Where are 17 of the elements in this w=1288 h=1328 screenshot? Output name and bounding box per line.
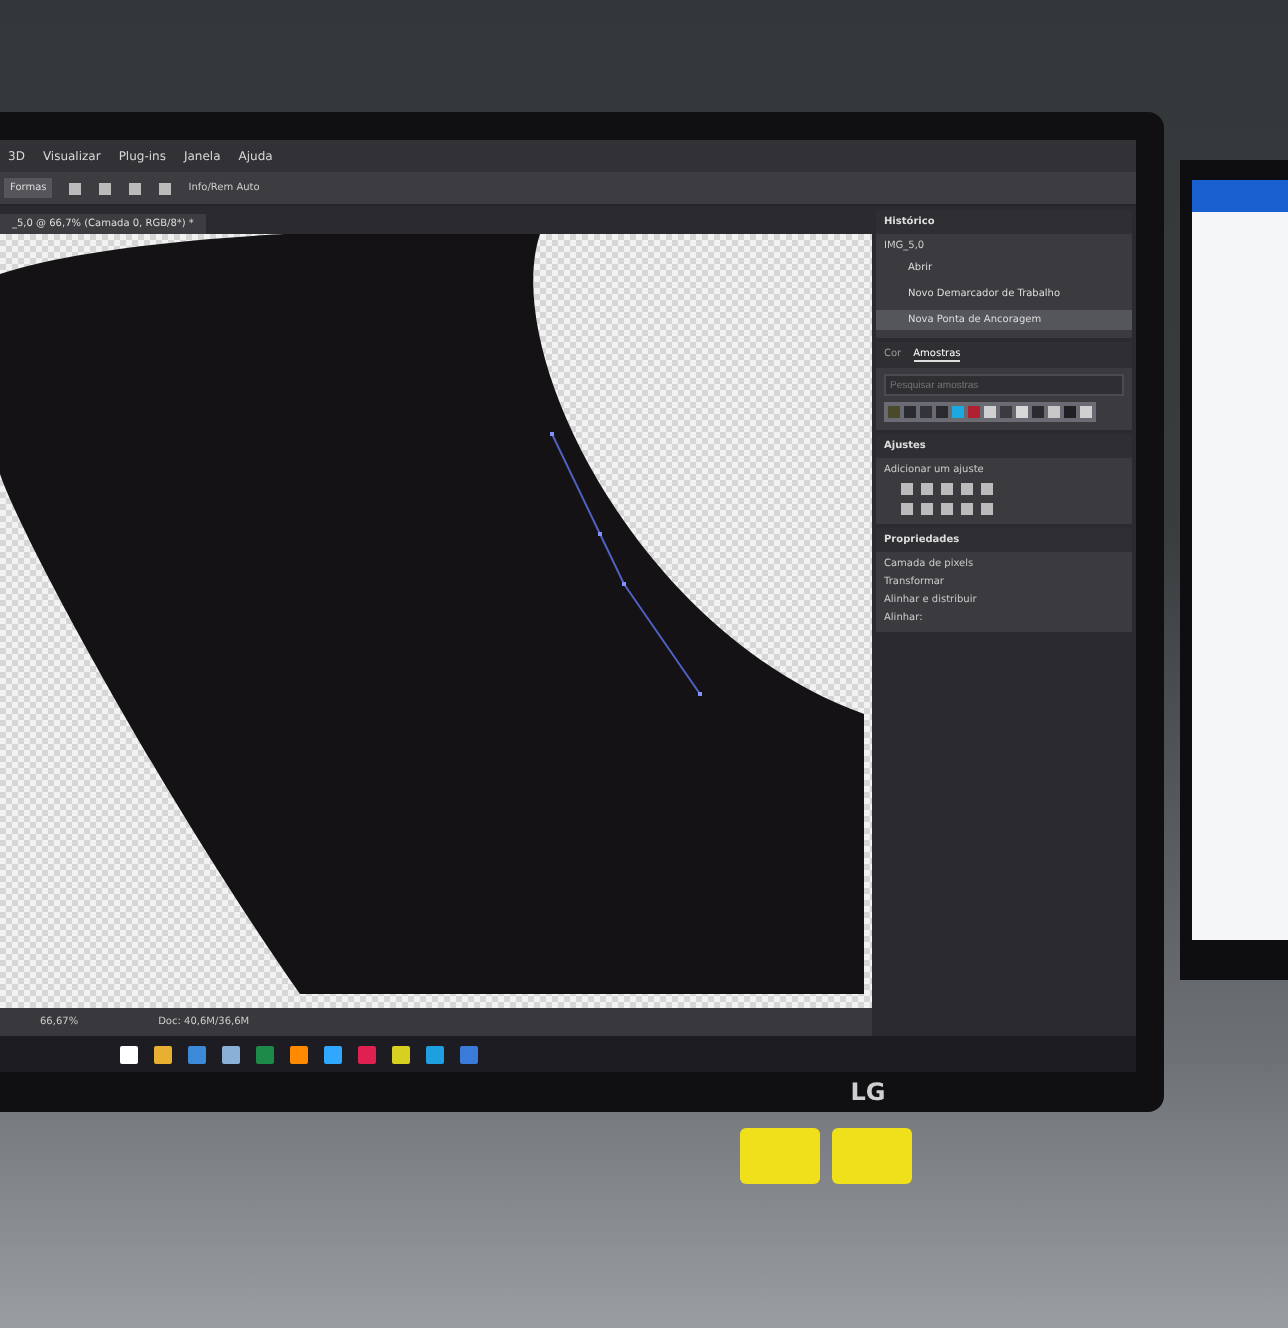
- color-swatch[interactable]: [1080, 406, 1092, 418]
- window-header: [1192, 180, 1288, 212]
- color-swatch[interactable]: [1000, 406, 1012, 418]
- color-swatch[interactable]: [1032, 406, 1044, 418]
- color-swatch[interactable]: [888, 406, 900, 418]
- brand-logo: LG: [850, 1078, 886, 1106]
- color-swatch[interactable]: [968, 406, 980, 418]
- sticky-note: [740, 1128, 820, 1184]
- color-swatch[interactable]: [952, 406, 964, 418]
- sticky-note: [832, 1128, 912, 1184]
- color-swatch[interactable]: [1048, 406, 1060, 418]
- color-swatch[interactable]: [920, 406, 932, 418]
- color-swatch[interactable]: [1064, 406, 1076, 418]
- color-swatch[interactable]: [984, 406, 996, 418]
- color-swatch[interactable]: [936, 406, 948, 418]
- color-swatch[interactable]: [1016, 406, 1028, 418]
- color-swatch[interactable]: [904, 406, 916, 418]
